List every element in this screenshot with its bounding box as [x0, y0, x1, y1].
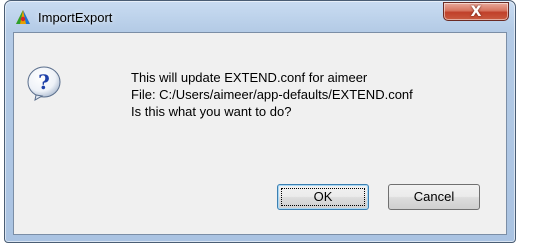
question-icon: ? [27, 66, 61, 101]
window-title: ImportExport [38, 10, 113, 25]
message-line-1: This will update EXTEND.conf for aimeer [131, 70, 368, 85]
svg-text:?: ? [38, 70, 50, 94]
close-icon: X [470, 4, 482, 20]
close-button[interactable]: X [443, 2, 509, 21]
ok-button[interactable]: OK [277, 184, 369, 210]
message-line-3: Is this what you want to do? [131, 104, 292, 119]
title-bar[interactable]: ImportExport X [5, 1, 515, 33]
dialog-message: This will update EXTEND.conf for aimeer … [131, 69, 413, 120]
message-line-2: File: C:/Users/aimeer/app-defaults/EXTEN… [131, 87, 413, 102]
focus-ring [281, 188, 365, 206]
cancel-button-label: Cancel [413, 189, 455, 204]
dialog-body: ? This will update EXTEND.conf for aimee… [13, 32, 507, 235]
app-logo-icon [16, 10, 30, 24]
cancel-button[interactable]: Cancel [388, 184, 480, 210]
dialog-window: ImportExport X ? This will update EXTEND… [4, 0, 516, 243]
